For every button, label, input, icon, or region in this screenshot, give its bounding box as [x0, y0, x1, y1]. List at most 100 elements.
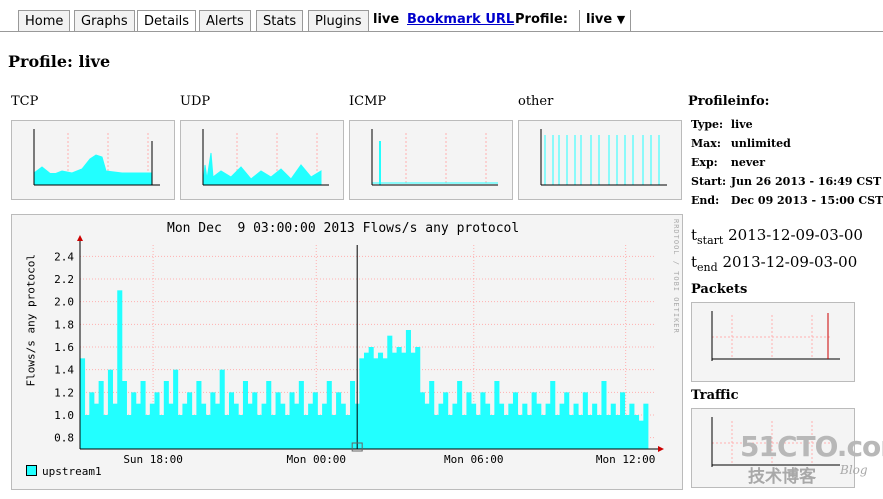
data-bar — [489, 415, 495, 449]
tab-home[interactable]: Home — [18, 10, 71, 31]
icmp-graph[interactable] — [349, 120, 513, 200]
data-bar — [215, 403, 221, 449]
packets-graph[interactable] — [691, 302, 855, 382]
legend: upstream1 — [26, 465, 102, 478]
profile-select-value: live — [586, 12, 613, 27]
data-bar — [512, 392, 519, 449]
y-tick-label: 2.0 — [54, 296, 74, 309]
x-tick-label: Mon 12:00 — [596, 453, 656, 466]
data-bar — [187, 392, 193, 449]
data-bar — [317, 415, 323, 449]
end-value: Dec 09 2013 - 15:00 CST — [730, 194, 883, 207]
data-bar — [433, 415, 439, 449]
data-bar — [247, 403, 253, 449]
y-tick-label: 1.4 — [54, 364, 74, 377]
data-bar — [373, 358, 379, 449]
y-tick-label: 1.0 — [54, 409, 74, 422]
data-bar — [280, 403, 286, 449]
type-label: Type: — [691, 118, 724, 131]
tab-alerts[interactable]: Alerts — [199, 10, 251, 31]
data-bar — [312, 392, 318, 449]
data-bar — [303, 415, 309, 449]
data-bar — [275, 392, 281, 449]
data-bar — [508, 403, 514, 449]
data-bar — [559, 403, 565, 449]
exp-label: Exp: — [691, 156, 718, 169]
data-bar — [391, 352, 397, 449]
data-bar — [308, 403, 314, 449]
data-bar — [256, 415, 262, 449]
data-bar — [121, 381, 127, 449]
data-bar — [526, 415, 533, 449]
data-bar — [629, 403, 635, 449]
icmp-title: ICMP — [349, 94, 387, 109]
data-bar — [624, 415, 630, 449]
data-bar — [582, 392, 588, 449]
profileinfo-start: Start: Jun 26 2013 - 16:49 CST — [691, 175, 881, 188]
y-tick-label: 2.4 — [54, 250, 74, 263]
udp-graph[interactable] — [180, 120, 344, 200]
data-bar — [554, 415, 560, 449]
data-bar — [168, 403, 174, 449]
profile-name: live — [373, 12, 400, 27]
y-axis-arrow — [77, 235, 83, 241]
other-graph[interactable] — [518, 120, 682, 200]
max-label: Max: — [691, 137, 721, 150]
data-bar — [210, 392, 216, 449]
tab-stats[interactable]: Stats — [256, 10, 304, 31]
data-bar — [634, 415, 640, 449]
data-bar — [610, 403, 616, 449]
tab-details[interactable]: Details — [137, 10, 197, 32]
tstart-value: 2013-12-09-03-00 — [728, 226, 863, 244]
data-bar — [340, 403, 346, 449]
profile-select[interactable]: live ▼ — [579, 10, 631, 31]
data-bar — [154, 392, 160, 449]
data-bar — [531, 392, 537, 449]
data-bar — [294, 403, 300, 449]
top-nav: Home Graphs Details Alerts Stats Plugins… — [0, 0, 883, 34]
data-bar — [471, 403, 477, 449]
data-bar — [485, 403, 491, 449]
data-bar — [540, 415, 546, 449]
max-value: unlimited — [730, 137, 791, 150]
data-bar — [196, 381, 202, 449]
data-bar — [289, 392, 295, 449]
data-bar — [601, 381, 607, 449]
data-bar — [438, 403, 444, 449]
tstart-sub: start — [697, 234, 724, 247]
packets-graph-svg — [711, 311, 840, 361]
data-bar — [126, 415, 132, 449]
tab-plugins[interactable]: Plugins — [308, 10, 369, 31]
watermark-logo: 51CTO.com — [740, 430, 883, 463]
data-bar — [173, 369, 179, 449]
udp-graph-svg — [202, 129, 329, 186]
legend-swatch — [26, 465, 37, 476]
profileinfo-title: Profileinfo: — [688, 94, 770, 109]
main-graph[interactable]: Mon Dec 9 03:00:00 2013 Flows/s any prot… — [11, 214, 683, 490]
data-bar — [401, 352, 407, 449]
data-bar — [298, 381, 304, 449]
data-bar — [89, 392, 95, 449]
data-bar — [359, 358, 365, 449]
data-bar — [219, 369, 225, 449]
tend-value: 2013-12-09-03-00 — [722, 253, 858, 271]
tend-sub: end — [697, 261, 718, 274]
data-bar — [503, 415, 509, 449]
bookmark-url-link[interactable]: Bookmark URL — [407, 12, 514, 27]
tcp-graph[interactable] — [11, 120, 175, 200]
tcp-title: TCP — [11, 94, 39, 109]
data-bar — [201, 403, 207, 449]
data-bar — [522, 403, 528, 449]
data-bar — [499, 403, 505, 449]
data-bar — [620, 392, 626, 449]
data-bar — [382, 358, 388, 449]
page-title: Profile: live — [8, 52, 111, 71]
data-bar — [364, 352, 370, 449]
packets-title: Packets — [691, 282, 748, 297]
tab-graphs[interactable]: Graphs — [74, 10, 135, 31]
profileinfo-max: Max: unlimited — [691, 137, 791, 150]
data-bar — [419, 392, 425, 449]
y-tick-label: 1.6 — [54, 341, 74, 354]
tstart-row: tstart 2013-12-09-03-00 — [691, 226, 863, 247]
data-bar — [336, 392, 342, 449]
